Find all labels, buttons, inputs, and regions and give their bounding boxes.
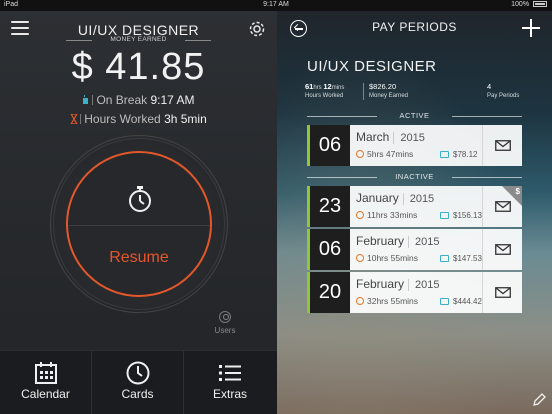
wallet-icon bbox=[440, 151, 449, 158]
list-icon bbox=[219, 365, 241, 381]
users-icon bbox=[219, 311, 231, 323]
resume-button[interactable]: Resume bbox=[66, 151, 212, 297]
coffee-icon bbox=[83, 95, 89, 104]
status-time: 9:17 AM bbox=[263, 1, 289, 8]
clock-icon bbox=[126, 361, 149, 385]
period-hours: 32hrs 55mins bbox=[356, 296, 418, 306]
mail-icon bbox=[495, 201, 511, 212]
summary-money: $826.20 Money Earned bbox=[363, 83, 408, 100]
pay-periods-panel: PAY PERIODS UI/UX DESIGNER 61hrs 12mins … bbox=[277, 11, 552, 414]
summary-hours-label: Hours Worked bbox=[305, 93, 344, 99]
pay-period-row[interactable]: 23 January 2015 11hrs 33mins $156.13 $ bbox=[307, 186, 522, 227]
tab-calendar-label: Calendar bbox=[21, 387, 70, 401]
hourglass-icon bbox=[70, 114, 78, 124]
hours-status: Hours Worked 3h 5min bbox=[0, 112, 277, 126]
hours-value: 3h 5min bbox=[164, 112, 207, 126]
clock-icon bbox=[356, 297, 364, 305]
period-pay: $156.13 bbox=[440, 211, 482, 220]
period-pay: $78.12 bbox=[440, 150, 477, 159]
calendar-icon bbox=[34, 362, 57, 384]
battery-indicator: 100% bbox=[511, 1, 547, 8]
pay-period-row[interactable]: 06 March 2015 5hrs 47mins $78.12 bbox=[307, 125, 522, 166]
break-time: 9:17 AM bbox=[150, 93, 195, 107]
clock-icon bbox=[356, 150, 364, 158]
wallet-icon bbox=[440, 255, 449, 262]
email-button[interactable] bbox=[482, 125, 522, 166]
period-pay: $147.53 bbox=[440, 254, 482, 263]
period-day: 06 bbox=[310, 125, 350, 166]
summary-hours: 61hrs 12mins Hours Worked bbox=[305, 82, 345, 100]
period-month: March 2015 bbox=[356, 130, 425, 144]
email-button[interactable] bbox=[482, 229, 522, 270]
resume-label: Resume bbox=[109, 249, 169, 266]
period-hours: 5hrs 47mins bbox=[356, 149, 413, 159]
timer-panel: UI/UX DESIGNER MONEY EARNED $ 41.85 On B… bbox=[0, 11, 277, 414]
users-button[interactable]: Users bbox=[210, 311, 240, 335]
tab-bar: Calendar Cards Extras bbox=[0, 350, 277, 414]
battery-percent: 100% bbox=[511, 1, 530, 8]
mail-icon bbox=[495, 244, 511, 255]
tab-calendar[interactable]: Calendar bbox=[0, 351, 92, 414]
period-day: 20 bbox=[310, 272, 350, 313]
job-name: UI/UX DESIGNER bbox=[307, 58, 437, 75]
hours-label: Hours Worked bbox=[84, 112, 161, 126]
wallet-icon bbox=[440, 298, 449, 305]
status-bar: iPad 9:17 AM 100% bbox=[0, 0, 552, 11]
clock-icon bbox=[356, 211, 364, 219]
period-month: February 2015 bbox=[356, 277, 440, 291]
tab-cards-label: Cards bbox=[121, 387, 154, 401]
mail-icon bbox=[495, 140, 511, 151]
inactive-section-label: INACTIVE bbox=[307, 172, 522, 181]
tab-extras-label: Extras bbox=[212, 387, 247, 401]
mail-icon bbox=[495, 287, 511, 298]
clock-icon bbox=[356, 254, 364, 262]
pay-period-row[interactable]: 06 February 2015 10hrs 55mins $147.53 bbox=[307, 229, 522, 270]
tab-cards[interactable]: Cards bbox=[92, 351, 184, 414]
summary-periods: 4 Pay Periods bbox=[487, 82, 520, 100]
pay-periods-title: PAY PERIODS bbox=[372, 20, 457, 34]
pay-period-row[interactable]: 20 February 2015 32hrs 55mins $444.42 bbox=[307, 272, 522, 313]
tab-extras[interactable]: Extras bbox=[184, 351, 276, 414]
email-button[interactable]: $ bbox=[482, 186, 522, 227]
active-section-label: ACTIVE bbox=[307, 111, 522, 120]
break-label: On Break bbox=[96, 93, 148, 107]
period-day: 06 bbox=[310, 229, 350, 270]
stopwatch-icon bbox=[129, 186, 151, 212]
pencil-icon[interactable] bbox=[532, 393, 546, 407]
email-button[interactable] bbox=[482, 272, 522, 313]
period-hours: 10hrs 55mins bbox=[356, 253, 418, 263]
money-earned-label: MONEY EARNED bbox=[66, 36, 211, 43]
summary-periods-label: Pay Periods bbox=[487, 93, 520, 99]
money-earned-amount: $ 41.85 bbox=[71, 46, 206, 88]
battery-icon bbox=[533, 1, 547, 7]
period-month: February 2015 bbox=[356, 234, 440, 248]
period-hours: 11hrs 33mins bbox=[356, 210, 417, 220]
dial-divider bbox=[68, 225, 210, 226]
break-status: On Break 9:17 AM bbox=[0, 93, 277, 107]
period-month: January 2015 bbox=[356, 191, 435, 205]
period-day: 23 bbox=[310, 186, 350, 227]
period-pay: $444.42 bbox=[440, 297, 482, 306]
add-icon[interactable] bbox=[522, 19, 540, 37]
wallet-icon bbox=[440, 212, 449, 219]
users-label: Users bbox=[214, 326, 236, 335]
summary-money-label: Money Earned bbox=[369, 93, 409, 99]
